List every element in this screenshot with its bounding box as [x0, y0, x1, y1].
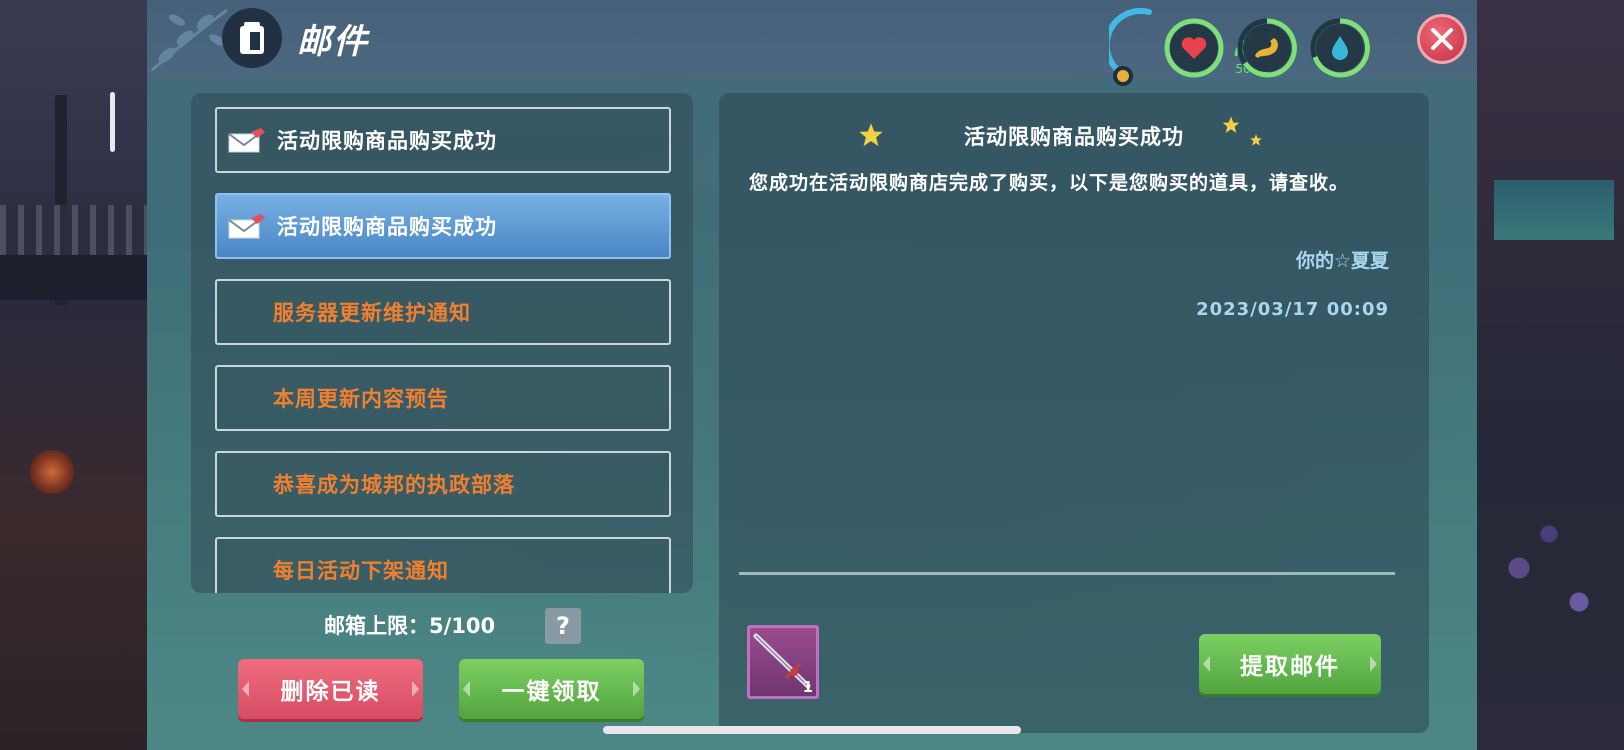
- star-icon: [1250, 134, 1262, 146]
- panel-header: 邮件 50ms: [147, 0, 1477, 86]
- claim-mail-button[interactable]: 提取邮件: [1199, 634, 1381, 694]
- mail-item-selected[interactable]: 活动限购商品购买成功: [215, 193, 671, 259]
- mailbox-limit: 邮箱上限：5/100: [324, 614, 496, 638]
- mail-item[interactable]: 活动限购商品购买成功: [215, 107, 671, 173]
- delete-read-label: 删除已读: [280, 679, 381, 705]
- mail-sender: 你的☆夏夏: [1295, 250, 1389, 272]
- help-button[interactable]: ?: [545, 608, 581, 644]
- mail-item[interactable]: 服务器更新维护通知: [215, 279, 671, 345]
- mail-item-label: 本周更新内容预告: [273, 387, 449, 411]
- lamp-light: [30, 450, 74, 494]
- claim-all-label: 一键领取: [501, 679, 602, 705]
- delete-read-button[interactable]: 删除已读: [238, 659, 423, 719]
- attachment-slot[interactable]: 1: [747, 625, 819, 699]
- opened-mail-icon: [217, 126, 277, 154]
- claim-mail-label: 提取邮件: [1240, 654, 1340, 680]
- mail-item[interactable]: 每日活动下架通知: [215, 537, 671, 593]
- opened-mail-icon: [217, 212, 277, 240]
- rail: [0, 255, 150, 300]
- close-icon: [1431, 28, 1453, 50]
- background-scene-left: [0, 0, 150, 750]
- mail-item[interactable]: 本周更新内容预告: [215, 365, 671, 431]
- home-indicator[interactable]: [603, 726, 1021, 734]
- thirst-stat[interactable]: [1309, 17, 1371, 79]
- side-scroll-indicator: [110, 92, 115, 152]
- mail-date: 2023/03/17 00:09: [1196, 299, 1389, 320]
- divider: [739, 572, 1395, 575]
- hunger-stat[interactable]: [1236, 17, 1298, 79]
- flowers: [1474, 500, 1624, 670]
- mail-list[interactable]: 活动限购商品购买成功 活动限购商品购买成功 服务器更新维护通知 本周更新内容预告…: [191, 93, 693, 593]
- star-icon: [1222, 116, 1240, 133]
- mail-panel: 邮件 50ms 活动限购商品购买成功 活动限购商品购买成功 服务器更新维护通知 …: [147, 0, 1477, 750]
- mail-item[interactable]: 恭喜成为城邦的执政部落: [215, 451, 671, 517]
- claim-all-button[interactable]: 一键领取: [459, 659, 644, 719]
- window: [1494, 180, 1614, 240]
- attachment-count: 1: [802, 678, 813, 696]
- energy-ring: [1109, 8, 1152, 86]
- health-stat[interactable]: [1163, 17, 1225, 79]
- mail-item-label: 活动限购商品购买成功: [277, 215, 497, 239]
- background-scene-right: [1474, 0, 1624, 750]
- mailbox-icon: [222, 8, 282, 68]
- close-button[interactable]: [1417, 14, 1467, 64]
- mail-item-label: 活动限购商品购买成功: [277, 129, 497, 153]
- page-title: 邮件: [297, 22, 369, 62]
- mail-item-label: 恭喜成为城邦的执政部落: [273, 473, 515, 497]
- mail-detail: 活动限购商品购买成功 您成功在活动限购商店完成了购买，以下是您购买的道具，请查收…: [719, 93, 1429, 733]
- mail-body: 您成功在活动限购商店完成了购买，以下是您购买的道具，请查收。: [749, 172, 1350, 194]
- mail-title: 活动限购商品购买成功: [964, 125, 1184, 149]
- mail-item-label: 每日活动下架通知: [273, 559, 449, 583]
- mail-item-label: 服务器更新维护通知: [273, 301, 471, 325]
